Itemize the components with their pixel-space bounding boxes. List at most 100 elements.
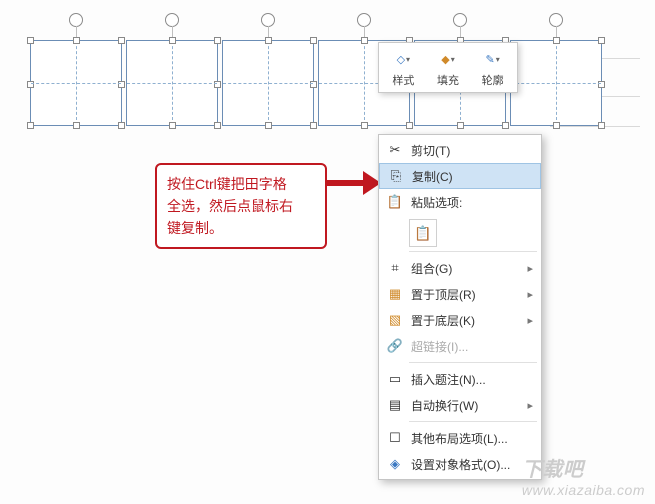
grid-cell[interactable] (510, 40, 602, 126)
fill-button[interactable]: ◆▾ 填充 (426, 47, 471, 90)
selection-handle[interactable] (310, 37, 317, 44)
callout-text: 键复制。 (167, 217, 315, 239)
outline-label: 轮廓 (482, 72, 504, 88)
rotate-handle-icon[interactable] (453, 13, 467, 27)
wrap-icon: ▤ (383, 397, 407, 413)
menu-cut[interactable]: ✂ 剪切(T) (379, 137, 541, 163)
selection-handle[interactable] (598, 81, 605, 88)
selection-handle[interactable] (457, 122, 464, 129)
menu-label: 粘贴选项: (407, 194, 533, 211)
selection-handle[interactable] (214, 37, 221, 44)
menu-hyperlink: 🔗 超链接(I)... (379, 333, 541, 359)
watermark-url: www.xiazaiba.com (522, 482, 645, 498)
submenu-arrow-icon: ▸ (527, 399, 533, 412)
menu-more-layout[interactable]: ☐ 其他布局选项(L)... (379, 425, 541, 451)
format-icon: ◈ (383, 456, 407, 472)
arrow-icon (327, 174, 379, 192)
grid-cell[interactable] (30, 40, 122, 126)
selection-handle[interactable] (310, 81, 317, 88)
submenu-arrow-icon: ▸ (527, 288, 533, 301)
selection-handle[interactable] (310, 122, 317, 129)
submenu-arrow-icon: ▸ (527, 262, 533, 275)
menu-label: 剪切(T) (407, 142, 533, 159)
selection-handle[interactable] (73, 122, 80, 129)
menu-label: 其他布局选项(L)... (407, 430, 533, 447)
menu-label: 置于底层(K) (407, 312, 527, 329)
link-icon: 🔗 (383, 338, 407, 354)
menu-label: 自动换行(W) (407, 397, 527, 414)
menu-wrap-text[interactable]: ▤ 自动换行(W) ▸ (379, 392, 541, 418)
selection-handle[interactable] (553, 37, 560, 44)
selected-grid-shapes[interactable] (30, 40, 610, 132)
selection-handle[interactable] (118, 37, 125, 44)
selection-handle[interactable] (265, 122, 272, 129)
selection-handle[interactable] (27, 81, 34, 88)
style-label: 样式 (392, 72, 414, 88)
menu-label: 设置对象格式(O)... (407, 456, 533, 473)
selection-handle[interactable] (361, 122, 368, 129)
caption-icon: ▭ (383, 371, 407, 387)
selection-handle[interactable] (553, 122, 560, 129)
outline-button[interactable]: ✎▾ 轮廓 (470, 47, 515, 90)
clipboard-icon: 📋 (414, 225, 431, 242)
fill-icon: ◆▾ (437, 49, 459, 69)
group-icon: ⌗ (383, 260, 407, 276)
menu-format-object[interactable]: ◈ 设置对象格式(O)... (379, 451, 541, 477)
menu-label: 组合(G) (407, 260, 527, 277)
send-back-icon: ▧ (383, 312, 407, 328)
grid-cell[interactable] (126, 40, 218, 126)
selection-handle[interactable] (118, 122, 125, 129)
selection-handle[interactable] (27, 122, 34, 129)
menu-separator (409, 421, 537, 422)
rotate-handle-icon[interactable] (357, 13, 371, 27)
copy-icon: ⎘ (384, 168, 408, 184)
callout-text: 全选，然后点鼠标右 (167, 195, 315, 217)
menu-bring-front[interactable]: ▦ 置于顶层(R) ▸ (379, 281, 541, 307)
document-canvas: 按住Ctrl键把田字格 全选，然后点鼠标右 键复制。 ◇▾ 样式 ◆▾ 填充 ✎… (0, 0, 655, 504)
selection-handle[interactable] (214, 81, 221, 88)
fill-label: 填充 (437, 72, 459, 88)
selection-handle[interactable] (214, 122, 221, 129)
cut-icon: ✂ (383, 142, 407, 158)
callout-text: 按住Ctrl键把田字格 (167, 173, 315, 195)
rotate-handle-icon[interactable] (261, 13, 275, 27)
selection-handle[interactable] (169, 37, 176, 44)
context-menu: ✂ 剪切(T) ⎘ 复制(C) 📋 粘贴选项: 📋 ⌗ 组合(G) ▸ ▦ 置于… (378, 134, 542, 480)
selection-handle[interactable] (73, 37, 80, 44)
menu-insert-caption[interactable]: ▭ 插入题注(N)... (379, 366, 541, 392)
grid-cell[interactable] (222, 40, 314, 126)
menu-send-back[interactable]: ▧ 置于底层(K) ▸ (379, 307, 541, 333)
format-mini-toolbar: ◇▾ 样式 ◆▾ 填充 ✎▾ 轮廓 (378, 42, 518, 93)
selection-handle[interactable] (169, 122, 176, 129)
menu-separator (409, 251, 537, 252)
selection-handle[interactable] (502, 122, 509, 129)
rotate-handle-icon[interactable] (165, 13, 179, 27)
submenu-arrow-icon: ▸ (527, 314, 533, 327)
menu-separator (409, 362, 537, 363)
menu-group[interactable]: ⌗ 组合(G) ▸ (379, 255, 541, 281)
selection-handle[interactable] (598, 122, 605, 129)
style-button[interactable]: ◇▾ 样式 (381, 47, 426, 90)
menu-paste-options-header: 📋 粘贴选项: (379, 189, 541, 215)
layout-icon: ☐ (383, 430, 407, 446)
style-icon: ◇▾ (392, 49, 414, 69)
selection-handle[interactable] (265, 37, 272, 44)
menu-label: 复制(C) (408, 168, 532, 185)
menu-label: 超链接(I)... (407, 338, 533, 355)
selection-handle[interactable] (361, 37, 368, 44)
paste-icon: 📋 (383, 194, 407, 210)
watermark-brand: 下载吧 (522, 459, 584, 481)
selection-handle[interactable] (598, 37, 605, 44)
selection-handle[interactable] (27, 37, 34, 44)
outline-icon: ✎▾ (482, 49, 504, 69)
rotate-handle-icon[interactable] (69, 13, 83, 27)
selection-handle[interactable] (118, 81, 125, 88)
watermark: 下载吧 www.xiazaiba.com (522, 453, 645, 498)
bring-front-icon: ▦ (383, 286, 407, 302)
menu-copy[interactable]: ⎘ 复制(C) (379, 163, 541, 189)
selection-handle[interactable] (406, 122, 413, 129)
rotate-handle-icon[interactable] (549, 13, 563, 27)
paste-option-button[interactable]: 📋 (409, 219, 437, 247)
menu-label: 置于顶层(R) (407, 286, 527, 303)
instruction-callout: 按住Ctrl键把田字格 全选，然后点鼠标右 键复制。 (155, 163, 327, 249)
